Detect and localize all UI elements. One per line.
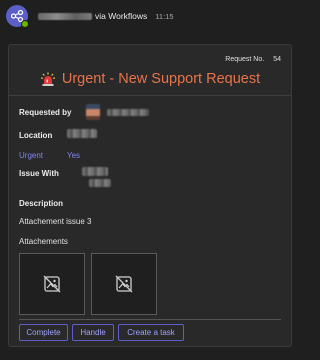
issue-with-label: Issue With [19,169,59,178]
attachment-thumbnail-1[interactable] [19,253,85,315]
location-label: Location [19,131,53,140]
description-value: Attachement issue 3 [19,217,92,226]
handle-button[interactable]: Handle [72,324,114,341]
card-title: Urgent - New Support Request [61,71,261,87]
create-task-button[interactable]: Create a task [118,324,184,341]
sender-name-redacted [38,12,92,20]
attachment-thumbnail-2[interactable] [91,253,157,315]
description-label: Description [19,199,64,208]
requester-name-redacted [107,109,149,116]
adaptive-card: Request No. 54 Urgent - New Support Reque… [8,44,292,347]
location-value-redacted [67,129,97,138]
actions-divider [19,319,281,320]
via-workflows-label: via Workflows [95,11,148,21]
title-divider [9,95,291,96]
message-timestamp: 11:15 [155,11,174,21]
requested-by-label: Requested by [19,108,72,117]
request-number-value: 54 [273,56,281,63]
issue-with-value-redacted-2 [89,179,111,187]
urgent-value: Yes [67,151,81,160]
request-number-label: Request No. [225,56,265,63]
broken-image-icon [115,275,133,293]
request-number-row: Request No. 54 [225,56,281,63]
attachments-label: Attachements [19,237,68,246]
broken-image-icon [43,275,61,293]
requester-avatar[interactable] [86,104,100,120]
complete-button[interactable]: Complete [19,324,68,341]
siren-icon [40,72,55,86]
presence-indicator [21,20,29,28]
issue-with-value-redacted-1 [82,167,108,176]
card-title-row: Urgent - New Support Request [9,71,291,87]
workflow-bot-avatar[interactable] [6,5,29,28]
urgent-label: Urgent [19,151,44,160]
message-header: via Workflows 11:15 [6,4,294,28]
